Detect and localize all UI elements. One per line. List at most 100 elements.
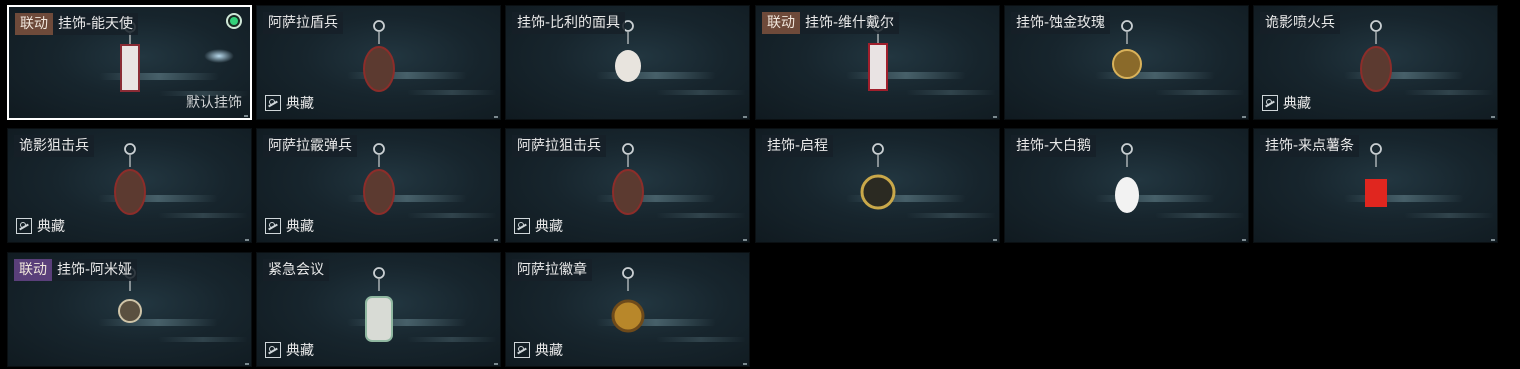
collection-icon <box>16 218 32 234</box>
collection-icon <box>265 342 281 358</box>
rarity-label: 典藏 <box>265 93 314 113</box>
charm-title-tag: 阿萨拉盾兵 <box>263 12 343 34</box>
charm-name: 阿萨拉盾兵 <box>268 15 338 31</box>
charm-card[interactable]: 诡影喷火兵 典藏 <box>1253 5 1498 120</box>
background-decoration <box>1404 90 1494 95</box>
charm-card[interactable]: 联动 挂饰-阿米娅 <box>7 252 252 367</box>
rarity-label: 典藏 <box>514 216 563 236</box>
corner-mark <box>1242 116 1246 118</box>
corner-mark <box>494 239 498 241</box>
collection-icon <box>514 218 530 234</box>
rarity-text: 典藏 <box>37 219 65 235</box>
charm-name: 挂饰-阿米娅 <box>57 262 133 278</box>
background-decoration <box>656 337 746 342</box>
charm-card[interactable]: 挂饰-比利的面具 <box>505 5 750 120</box>
charm-name: 挂饰-大白鹅 <box>1016 138 1092 154</box>
charm-title-tag: 挂饰-来点薯条 <box>1260 135 1360 157</box>
background-light <box>204 49 234 63</box>
sniper-charm-icon <box>113 143 146 215</box>
charm-title-tag: 阿萨拉徽章 <box>512 259 592 281</box>
charm-card[interactable]: 挂饰-蚀金玫瑰 <box>1004 5 1249 120</box>
collab-badge: 联动 <box>15 13 53 35</box>
corner-mark <box>1242 239 1246 241</box>
corner-mark <box>494 363 498 365</box>
charm-title-tag: 挂饰-蚀金玫瑰 <box>1011 12 1111 34</box>
corner-mark <box>1491 239 1495 241</box>
equipped-indicator-icon <box>226 13 242 29</box>
charm-title-tag: 挂饰-比利的面具 <box>512 12 626 34</box>
charm-card[interactable]: 阿萨拉徽章 典藏 <box>505 252 750 367</box>
charm-card[interactable]: 阿萨拉霰弹兵典藏 <box>256 128 501 243</box>
collab-badge: 联动 <box>762 12 800 34</box>
charm-card[interactable]: 挂饰-大白鹅 <box>1004 128 1249 243</box>
rarity-text: 典藏 <box>535 343 563 359</box>
emergency-meeting-charm-icon <box>364 267 393 342</box>
background-decoration <box>1155 213 1245 218</box>
asara-sniper-charm-icon <box>611 143 644 215</box>
corner-mark <box>244 115 248 117</box>
charm-card[interactable]: 诡影狙击兵 典藏 <box>7 128 252 243</box>
corner-mark <box>993 239 997 241</box>
charm-card[interactable]: 紧急会议典藏 <box>256 252 501 367</box>
background-decoration <box>906 90 996 95</box>
charm-title-tag: 联动 挂饰-维什戴尔 <box>762 12 900 34</box>
background-decoration <box>407 213 497 218</box>
charm-title-tag: 联动 挂饰-阿米娅 <box>14 259 138 281</box>
background-decoration <box>407 90 497 95</box>
collection-icon <box>1262 95 1278 111</box>
rarity-label: 典藏 <box>265 216 314 236</box>
corner-mark <box>993 116 997 118</box>
background-decoration <box>407 337 497 342</box>
default-charm-label: 默认挂饰 <box>186 95 242 111</box>
rarity-text: 典藏 <box>535 219 563 235</box>
white-goose-charm-icon <box>1114 143 1139 213</box>
charm-name: 紧急会议 <box>268 262 324 278</box>
corner-mark <box>743 116 747 118</box>
charm-name: 诡影狙击兵 <box>19 138 89 154</box>
charm-name: 挂饰-能天使 <box>58 16 134 32</box>
charm-card[interactable]: 挂饰-来点薯条 <box>1253 128 1498 243</box>
charm-title-tag: 紧急会议 <box>263 259 329 281</box>
rarity-text: 典藏 <box>286 343 314 359</box>
charm-card[interactable]: 阿萨拉狙击兵典藏 <box>505 128 750 243</box>
charm-card[interactable]: 联动 挂饰-能天使默认挂饰 <box>7 5 252 120</box>
rarity-text: 典藏 <box>1283 96 1311 112</box>
corner-mark <box>245 239 249 241</box>
asara-emblem-charm-icon <box>611 267 644 333</box>
shotgunner-charm-icon <box>362 143 395 215</box>
corner-mark <box>743 239 747 241</box>
charm-name: 阿萨拉徽章 <box>517 262 587 278</box>
charm-name: 挂饰-启程 <box>767 138 829 154</box>
corner-mark <box>494 116 498 118</box>
background-decoration <box>656 213 746 218</box>
corner-mark <box>1491 116 1495 118</box>
charm-title-tag: 诡影喷火兵 <box>1260 12 1340 34</box>
rarity-text: 典藏 <box>286 219 314 235</box>
collection-icon <box>265 218 281 234</box>
charm-title-tag: 挂饰-启程 <box>762 135 834 157</box>
rarity-label: 典藏 <box>1262 93 1311 113</box>
shield-soldier-charm-icon <box>362 20 395 92</box>
charm-title-tag: 阿萨拉霰弹兵 <box>263 135 357 157</box>
collab-badge: 联动 <box>14 259 52 281</box>
rarity-label: 典藏 <box>16 216 65 236</box>
charm-title-tag: 诡影狙击兵 <box>14 135 94 157</box>
flamethrower-charm-icon <box>1359 20 1392 92</box>
background-decoration <box>1155 90 1245 95</box>
collection-icon <box>514 342 530 358</box>
rarity-label: 典藏 <box>265 340 314 360</box>
rarity-text: 典藏 <box>286 96 314 112</box>
charm-name: 挂饰-维什戴尔 <box>805 15 895 31</box>
charm-name: 阿萨拉狙击兵 <box>517 138 601 154</box>
background-decoration <box>906 213 996 218</box>
charm-card[interactable]: 阿萨拉盾兵 典藏 <box>256 5 501 120</box>
background-decoration <box>656 90 746 95</box>
charm-name: 挂饰-来点薯条 <box>1265 138 1355 154</box>
charm-name: 诡影喷火兵 <box>1265 15 1335 31</box>
rarity-label: 典藏 <box>514 340 563 360</box>
charm-name: 挂饰-蚀金玫瑰 <box>1016 15 1106 31</box>
charm-card[interactable]: 挂饰-启程 <box>755 128 1000 243</box>
charm-card[interactable]: 联动 挂饰-维什戴尔 <box>755 5 1000 120</box>
charm-title-tag: 阿萨拉狙击兵 <box>512 135 606 157</box>
background-decoration <box>1404 213 1494 218</box>
